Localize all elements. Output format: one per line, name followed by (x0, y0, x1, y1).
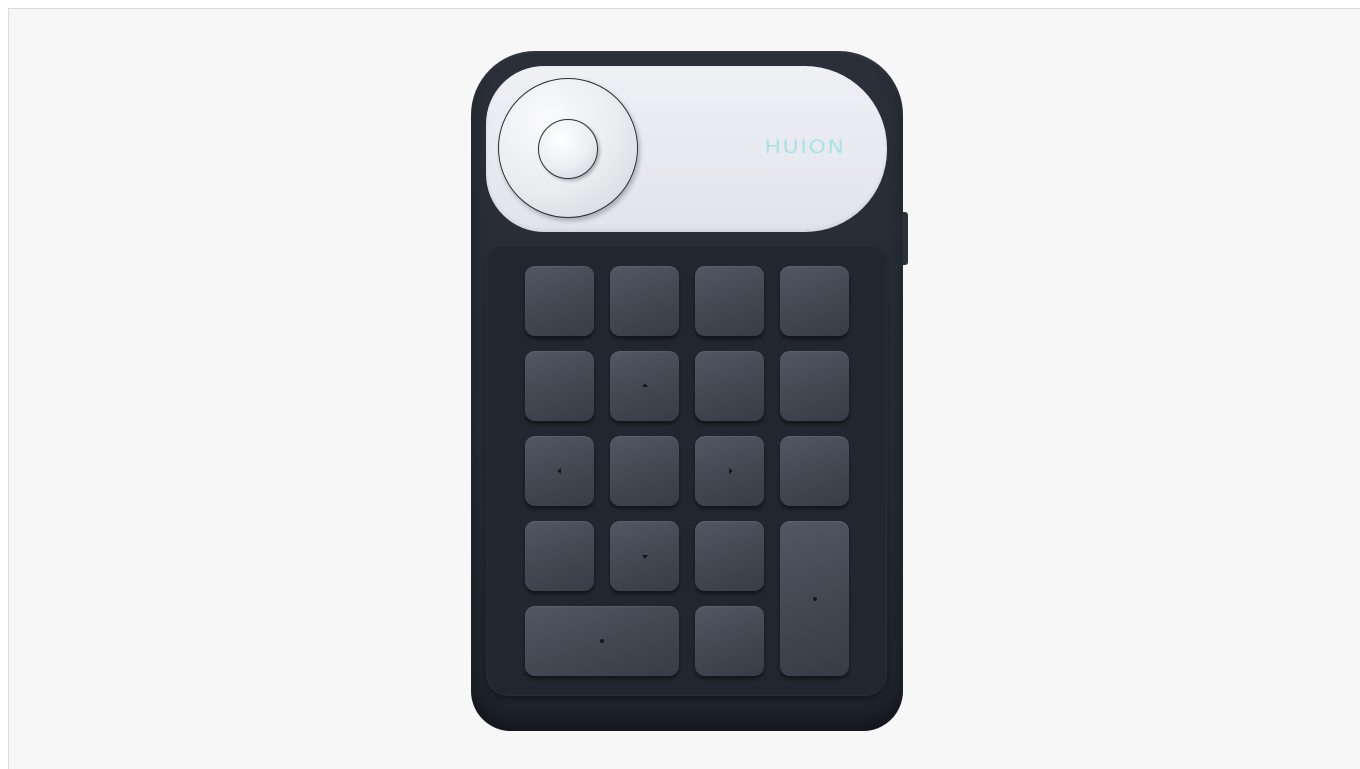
key-wide-bottom[interactable] (525, 606, 679, 676)
key-r3c4[interactable] (780, 436, 849, 506)
key-r3c2[interactable] (610, 436, 679, 506)
key-r2c1[interactable] (525, 351, 594, 421)
dot-icon (600, 639, 604, 643)
key-r3c1-left[interactable] (525, 436, 594, 506)
brand-logo: HUION (764, 136, 846, 158)
dot-icon (812, 596, 817, 601)
key-r1c4[interactable] (780, 266, 849, 336)
arrow-right-icon (728, 468, 733, 474)
key-r4c1[interactable] (525, 521, 594, 591)
key-r2c2-up[interactable] (610, 351, 679, 421)
key-r3c3-right[interactable] (695, 436, 764, 506)
key-r1c2[interactable] (610, 266, 679, 336)
key-r2c3[interactable] (695, 351, 764, 421)
arrow-left-icon (556, 468, 561, 474)
arrow-up-icon (641, 383, 648, 387)
key-r1c1[interactable] (525, 266, 594, 336)
dial-center-button-icon[interactable] (538, 119, 598, 179)
key-tall-right[interactable] (780, 521, 849, 676)
key-r1c3[interactable] (695, 266, 764, 336)
arrow-down-icon (641, 555, 648, 559)
key-r2c4[interactable] (780, 351, 849, 421)
key-r4c2-down[interactable] (610, 521, 679, 591)
key-r4c3[interactable] (695, 521, 764, 591)
key-r5c3[interactable] (695, 606, 764, 676)
side-power-button[interactable] (903, 212, 908, 265)
